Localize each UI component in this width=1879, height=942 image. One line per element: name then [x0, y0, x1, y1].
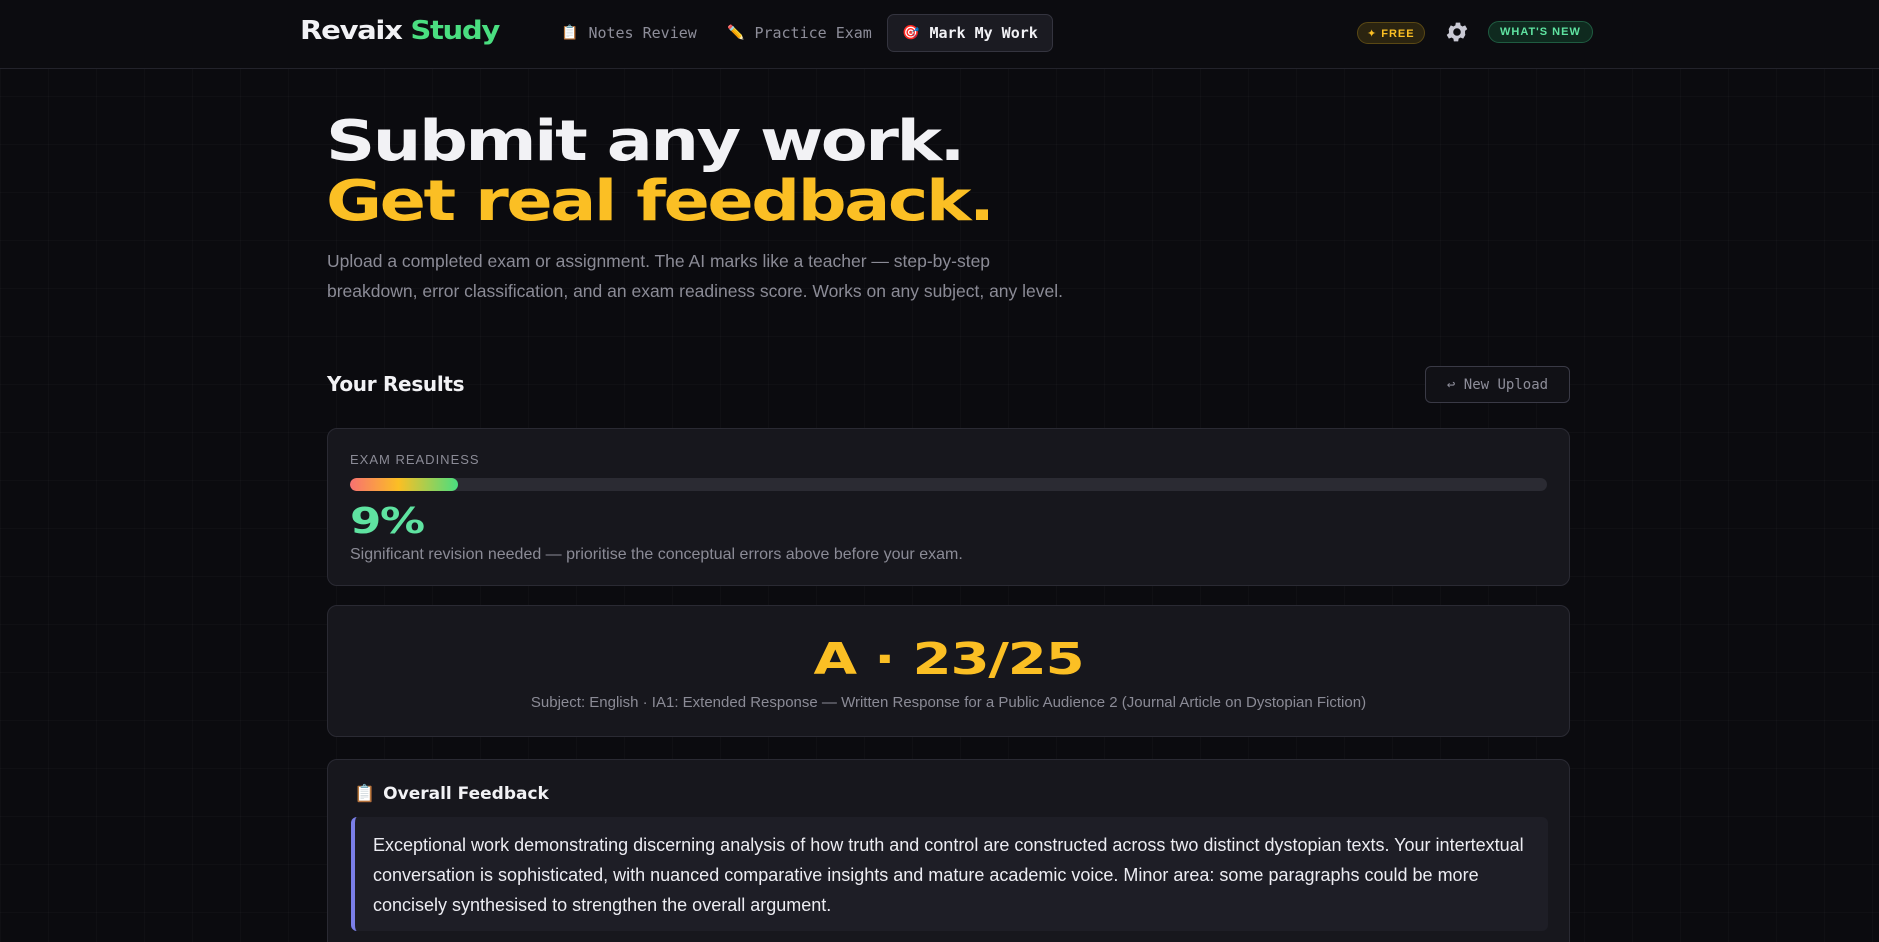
readiness-bar-fill	[350, 478, 458, 491]
clipboard-icon: 📋	[354, 784, 376, 804]
nav-practice-exam[interactable]: ✏️ Practice Exam	[713, 14, 886, 52]
hero-headline-accent: Get real feedback.	[326, 169, 995, 234]
nav-practice-exam-label: Practice Exam	[754, 24, 872, 42]
top-nav: Revaix Study 📋 Notes Review ✏️ Practice …	[0, 0, 1879, 69]
grade-subject: Subject: English · IA1: Extended Respons…	[530, 694, 1367, 711]
grade-score: A · 23/25	[328, 634, 1569, 685]
feedback-title-label: Overall Feedback	[383, 784, 549, 804]
nav-notes-review-label: Notes Review	[588, 24, 697, 42]
logo-main: Revaix	[300, 16, 403, 46]
gear-icon[interactable]	[1444, 19, 1470, 45]
free-badge[interactable]: ✦ FREE	[1357, 22, 1425, 44]
readiness-label: EXAM READINESS	[350, 452, 480, 467]
nav-mark-my-work-label: Mark My Work	[929, 24, 1038, 42]
pencil-icon: ✏️	[727, 25, 745, 41]
readiness-card: EXAM READINESS 9% Significant revision n…	[327, 428, 1570, 586]
readiness-bar	[350, 478, 1547, 491]
grade-card: A · 23/25 Subject: English · IA1: Extend…	[327, 605, 1570, 737]
overall-feedback-card: 📋 Overall Feedback Exceptional work demo…	[327, 759, 1570, 942]
target-icon: 🎯	[902, 25, 920, 41]
nav-mark-my-work[interactable]: 🎯 Mark My Work	[887, 14, 1053, 52]
feedback-text: Exceptional work demonstrating discernin…	[351, 817, 1548, 931]
whats-new-button[interactable]: WHAT'S NEW	[1488, 21, 1593, 43]
hero-subtitle: Upload a completed exam or assignment. T…	[327, 251, 1064, 301]
hero-headline: Submit any work.	[326, 109, 965, 174]
notepad-icon: 📋	[561, 25, 579, 41]
grade-score-text: A · 23/25	[813, 634, 1085, 685]
app-logo[interactable]: Revaix Study	[300, 16, 500, 46]
nav-notes-review[interactable]: 📋 Notes Review	[547, 14, 711, 52]
readiness-percent: 9%	[350, 501, 425, 542]
readiness-note: Significant revision needed — prioritise…	[350, 546, 963, 563]
logo-accent: Study	[410, 16, 500, 46]
new-upload-button[interactable]: ↩ New Upload	[1425, 366, 1570, 403]
feedback-title: 📋 Overall Feedback	[354, 784, 549, 804]
results-title: Your Results	[327, 372, 465, 396]
